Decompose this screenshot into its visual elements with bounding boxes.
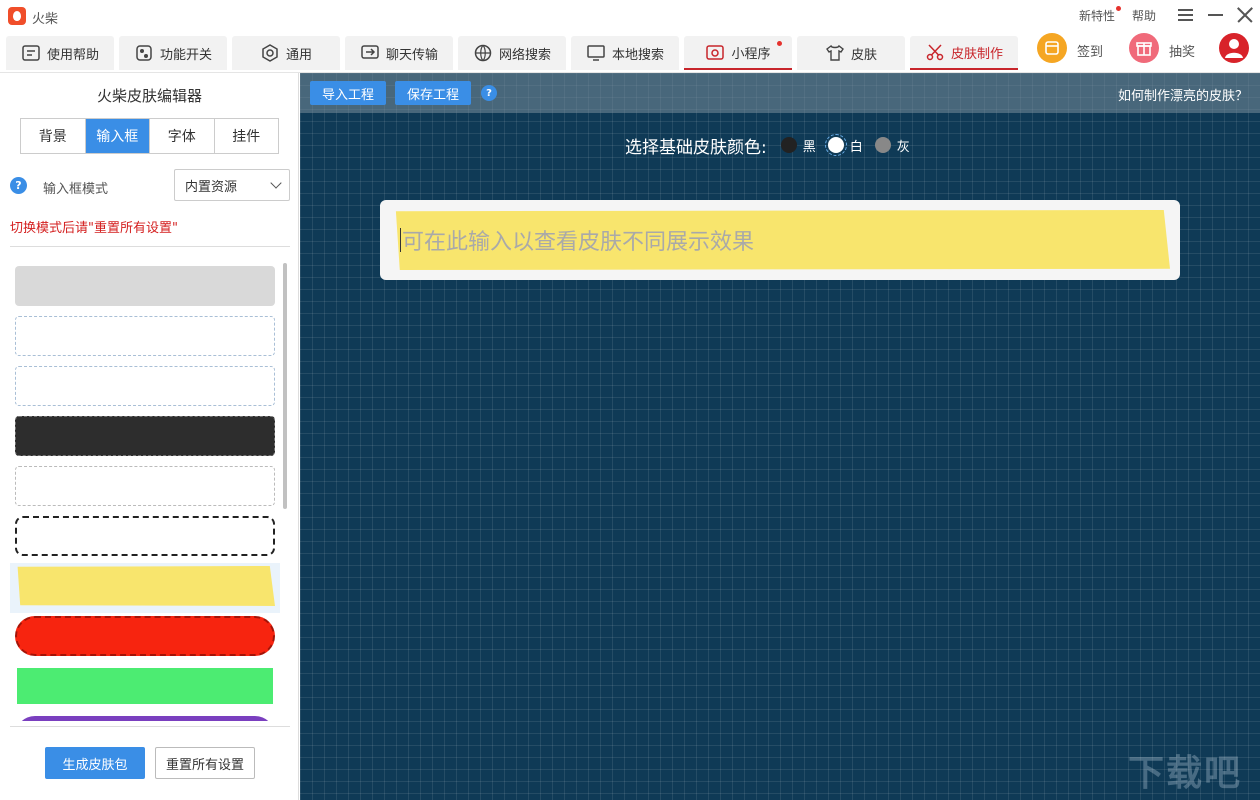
tab-label: 通用 (285, 47, 312, 63)
question-icon[interactable]: ? (481, 85, 497, 101)
editor-segments: 背景 输入框 字体 挂件 (20, 118, 279, 154)
monitor-icon (587, 45, 605, 61)
segment-input-box[interactable]: 输入框 (85, 119, 150, 153)
color-radio-gray[interactable]: 灰 (874, 136, 910, 155)
skin-editor-panel: 火柴皮肤编辑器 背景 输入框 字体 挂件 ? 输入框模式 内置资源 切换模式后请… (0, 73, 299, 800)
skin-light-dashed-2[interactable] (15, 366, 275, 406)
scissors-icon (926, 44, 944, 61)
preview-box: 可在此输入以查看皮肤不同展示效果 (380, 200, 1180, 280)
checkin-label[interactable]: 签到 (1077, 41, 1103, 60)
mode-select-value: 内置资源 (185, 179, 238, 195)
skin-black-dashed[interactable] (15, 516, 275, 556)
divider (10, 246, 290, 247)
tab-label: 网络搜索 (498, 47, 551, 63)
avatar[interactable] (1219, 33, 1249, 63)
tab-local-search[interactable]: 本地搜索 (571, 36, 679, 70)
tshirt-icon (826, 44, 844, 61)
new-features-badge (1116, 6, 1121, 11)
app-title: 火柴 (32, 12, 59, 27)
close-icon[interactable] (1233, 4, 1257, 26)
skin-list-scrollbar[interactable] (283, 261, 289, 721)
globe-search-icon (474, 44, 492, 62)
switch-icon (136, 45, 152, 61)
segment-font[interactable]: 字体 (150, 119, 215, 153)
gift-icon[interactable] (1129, 33, 1159, 63)
skin-purple[interactable] (15, 716, 275, 721)
segment-background[interactable]: 背景 (21, 119, 86, 153)
skin-gray[interactable] (15, 266, 275, 306)
color-radio-black[interactable]: 黑 (780, 136, 816, 155)
tab-label: 皮肤 (850, 47, 877, 63)
tab-help[interactable]: 使用帮助 (6, 36, 114, 70)
color-label: 白 (849, 139, 863, 155)
skin-list (0, 261, 282, 721)
preview-canvas: 导入工程 保存工程 ? 如何制作漂亮的皮肤？ 选择基础皮肤颜色: 黑 白 灰 可… (300, 73, 1260, 800)
tab-mini-program[interactable]: 小程序 (684, 36, 792, 70)
panel-title: 火柴皮肤编辑器 (96, 87, 202, 105)
help-doc-icon (22, 45, 40, 61)
color-radio-white[interactable]: 白 (824, 134, 863, 156)
mini-program-icon (706, 45, 725, 60)
save-project-button[interactable]: 保存工程 (395, 81, 472, 105)
tab-general[interactable]: 通用 (232, 36, 340, 70)
color-dot-white (824, 134, 847, 156)
menu-icon[interactable] (1173, 4, 1197, 26)
scroll-thumb[interactable] (283, 263, 287, 509)
skin-red[interactable] (15, 616, 275, 656)
chevron-down-icon (270, 177, 282, 189)
mode-warning: 切换模式后请"重置所有设置" (10, 221, 178, 236)
preview-placeholder: 可在此输入以查看皮肤不同展示效果 (402, 230, 755, 255)
color-dot-gray (874, 137, 891, 153)
tab-label: 使用帮助 (46, 47, 99, 63)
canvas-toolbar: 导入工程 保存工程 ? 如何制作漂亮的皮肤？ (300, 73, 1260, 113)
tab-skin-making[interactable]: 皮肤制作 (910, 36, 1018, 70)
title-bar: 火柴 新特性 帮助 (0, 0, 1260, 32)
mode-select[interactable]: 内置资源 (174, 169, 290, 201)
tab-label: 本地搜索 (611, 47, 664, 63)
skin-gray-dashed[interactable] (15, 466, 275, 506)
preview-input[interactable]: 可在此输入以查看皮肤不同展示效果 (395, 210, 1170, 270)
main-tabs: 使用帮助 功能开关 通用 聊天传输 网络搜索 本地搜索 小程序 皮肤 皮肤制作 … (0, 32, 1260, 73)
mode-label: 输入框模式 (43, 182, 109, 197)
tab-web-search[interactable]: 网络搜索 (458, 36, 566, 70)
color-dot-black (780, 137, 797, 153)
chat-transfer-icon (361, 45, 379, 59)
base-color-label: 选择基础皮肤颜色: (625, 137, 767, 158)
new-features-link[interactable]: 新特性 (1079, 7, 1115, 24)
import-project-button[interactable]: 导入工程 (310, 81, 387, 105)
skin-dark[interactable] (15, 416, 275, 456)
generate-skin-button[interactable]: 生成皮肤包 (45, 747, 145, 779)
color-label: 黑 (802, 139, 816, 155)
app-logo-icon (8, 7, 26, 25)
lottery-label[interactable]: 抽奖 (1169, 41, 1195, 60)
hexagon-icon (262, 44, 278, 62)
checkin-icon[interactable] (1037, 33, 1067, 63)
reset-settings-button[interactable]: 重置所有设置 (155, 747, 255, 779)
skin-light-dashed[interactable] (15, 316, 275, 356)
help-link[interactable]: 帮助 (1132, 7, 1156, 24)
skin-yellow[interactable] (17, 566, 275, 606)
tab-label: 功能开关 (159, 47, 212, 63)
tab-label: 小程序 (731, 46, 771, 62)
watermark: 下载吧 (1128, 753, 1243, 794)
tab-skin[interactable]: 皮肤 (797, 36, 905, 70)
how-to-link[interactable]: 如何制作漂亮的皮肤？ (1118, 85, 1248, 104)
tab-switches[interactable]: 功能开关 (119, 36, 227, 70)
tab-label: 皮肤制作 (950, 46, 1003, 62)
base-color-selector: 选择基础皮肤颜色: 黑 白 灰 (625, 133, 922, 158)
tab-label: 聊天传输 (385, 47, 438, 63)
text-caret (400, 228, 401, 252)
minimize-icon[interactable] (1203, 4, 1227, 26)
question-icon[interactable]: ? (10, 177, 27, 194)
segment-widget[interactable]: 挂件 (215, 119, 279, 153)
divider (10, 726, 290, 727)
tab-badge (777, 41, 782, 46)
skin-green[interactable] (17, 668, 273, 704)
color-label: 灰 (896, 139, 910, 155)
tab-chat-transfer[interactable]: 聊天传输 (345, 36, 453, 70)
